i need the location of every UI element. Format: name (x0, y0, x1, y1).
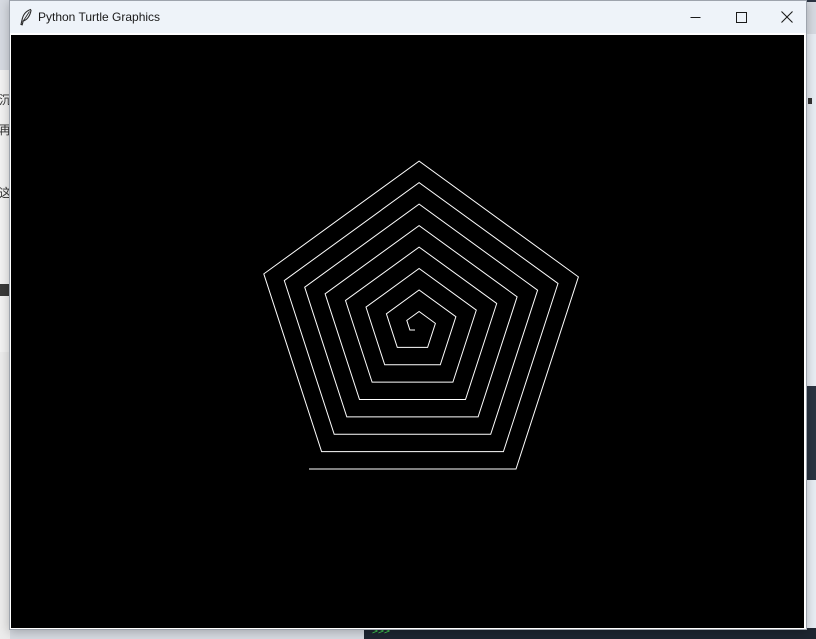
turtle-canvas[interactable] (11, 35, 804, 628)
minimize-icon (690, 12, 701, 23)
background-app-right (806, 34, 816, 639)
feather-icon (18, 8, 34, 26)
turtle-window[interactable]: Python Turtle Graphics (9, 0, 807, 630)
background-dark-block (806, 386, 816, 480)
background-mark (808, 98, 812, 104)
turtle-drawing (263, 160, 579, 470)
close-icon (781, 11, 793, 23)
pentagon-spiral-path (263, 160, 579, 470)
close-button[interactable] (764, 1, 810, 33)
maximize-icon (735, 11, 747, 23)
title-bar[interactable]: Python Turtle Graphics (10, 1, 806, 33)
minimize-button[interactable] (672, 1, 718, 33)
maximize-button[interactable] (718, 1, 764, 33)
window-title: Python Turtle Graphics (38, 10, 161, 24)
